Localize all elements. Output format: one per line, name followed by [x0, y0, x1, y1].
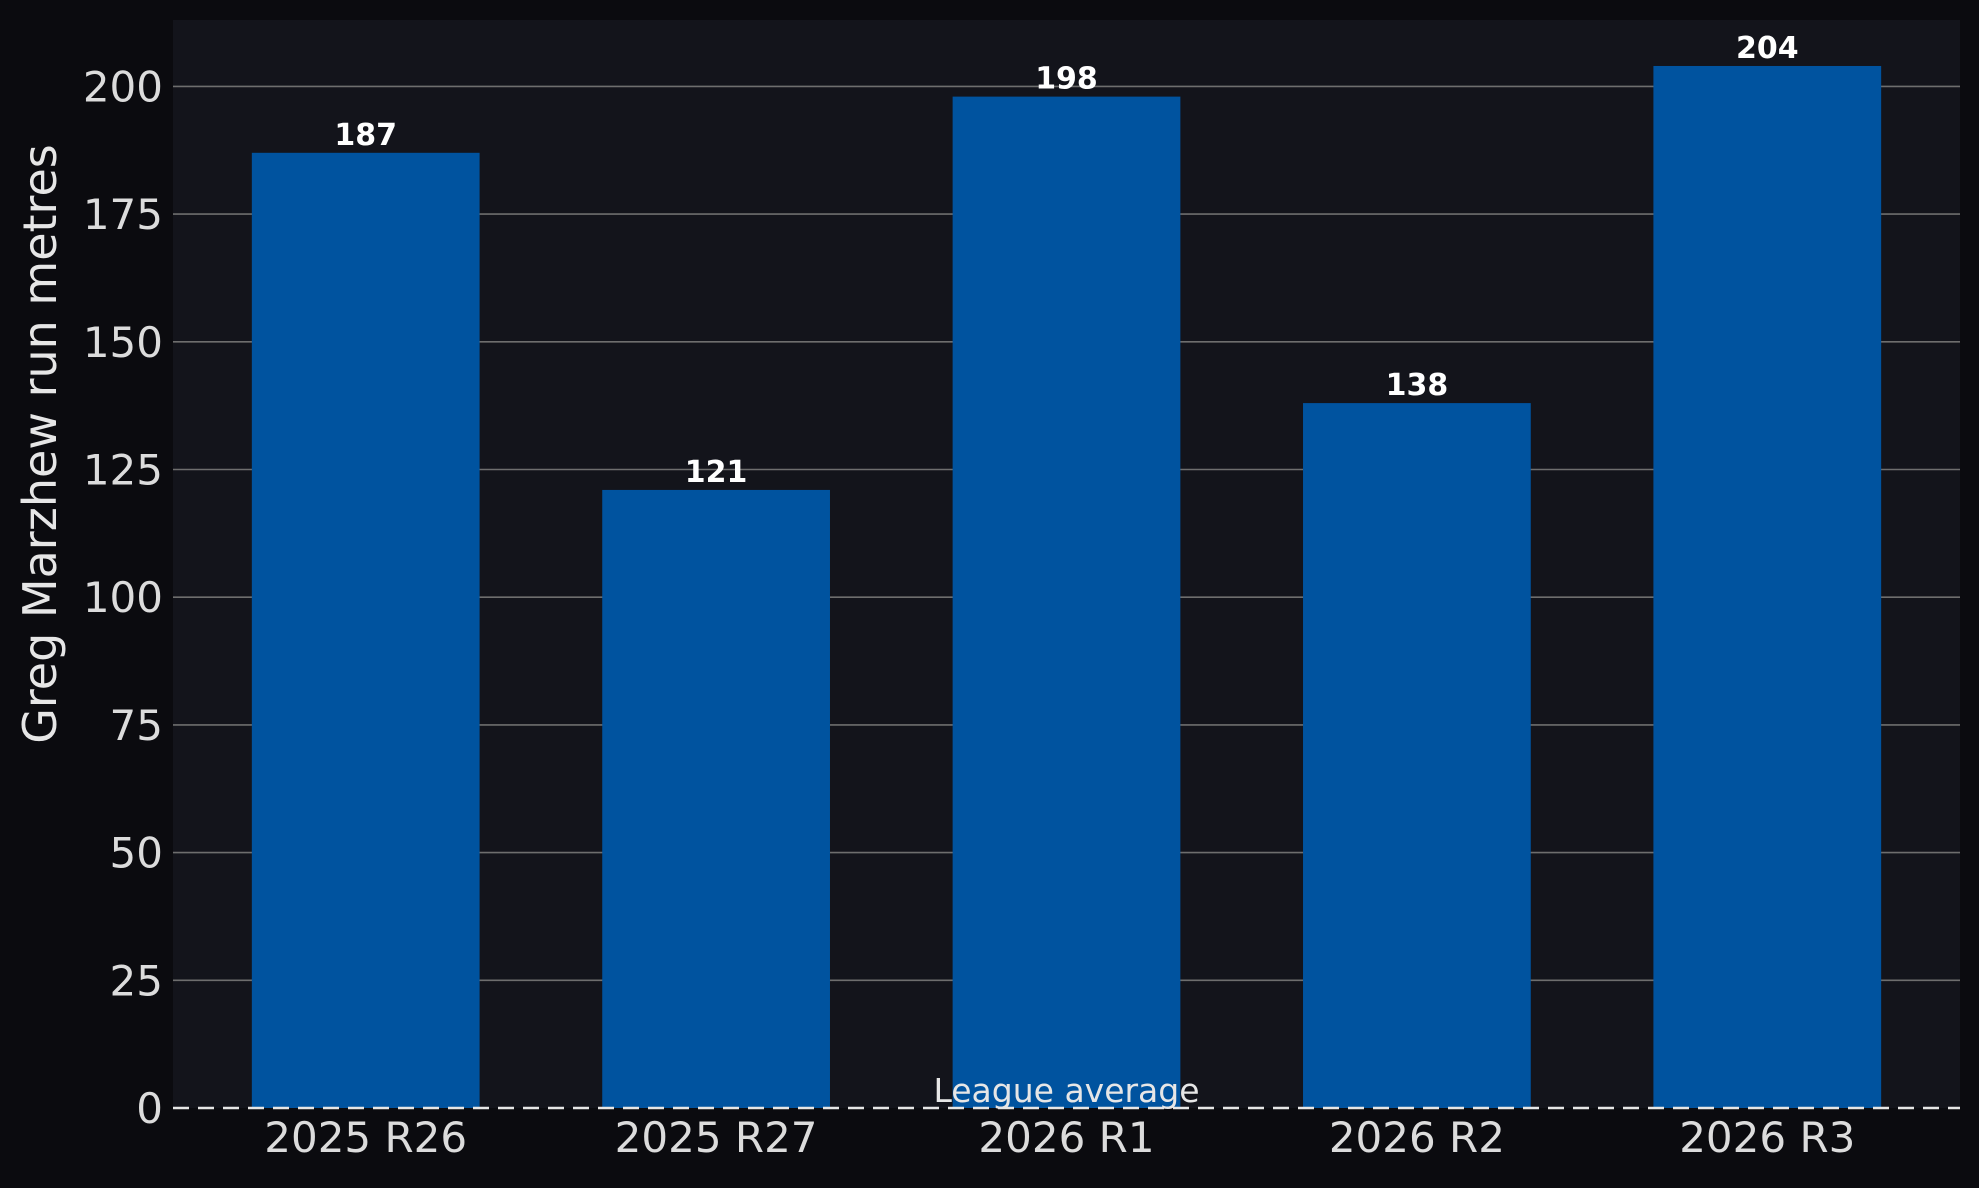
reference-line-label: League average: [933, 1071, 1199, 1110]
bar: [1653, 65, 1882, 1109]
chart-container: League average 187 121 198 138 204 0 25 50 75 10…: [0, 0, 1979, 1183]
y-tick-label: 175: [83, 190, 163, 239]
bar-value-label: 204: [1736, 31, 1799, 66]
y-tick-label: 150: [83, 318, 163, 367]
y-axis-title: Greg Marzhew run metres: [13, 144, 67, 743]
y-tick-label: 25: [110, 956, 163, 1005]
x-tick-label: 2025 R27: [615, 1113, 818, 1162]
x-tick-label: 2026 R2: [1329, 1113, 1505, 1162]
x-tick-label: 2026 R3: [1679, 1113, 1855, 1162]
bar: [1303, 403, 1531, 1108]
bar-chart: League average 187 121 198 138 204 0 25 50 75 10…: [0, 0, 1979, 1183]
y-tick-label: 50: [110, 829, 163, 878]
y-tick-label: 0: [136, 1084, 163, 1133]
y-tick-label: 125: [83, 446, 163, 495]
bar-value-label: 138: [1386, 368, 1449, 403]
bar-value-label: 187: [334, 118, 397, 153]
bar: [251, 152, 480, 1109]
bar-value-label: 198: [1035, 62, 1098, 97]
x-tick-label: 2025 R26: [264, 1113, 467, 1162]
y-tick-label: 75: [110, 701, 163, 750]
bar-value-label: 121: [685, 455, 748, 490]
y-tick-label: 200: [83, 62, 163, 111]
x-tick-label: 2026 R1: [978, 1113, 1154, 1162]
y-tick-label: 100: [83, 573, 163, 622]
bar: [952, 96, 1181, 1108]
bar: [602, 489, 830, 1108]
